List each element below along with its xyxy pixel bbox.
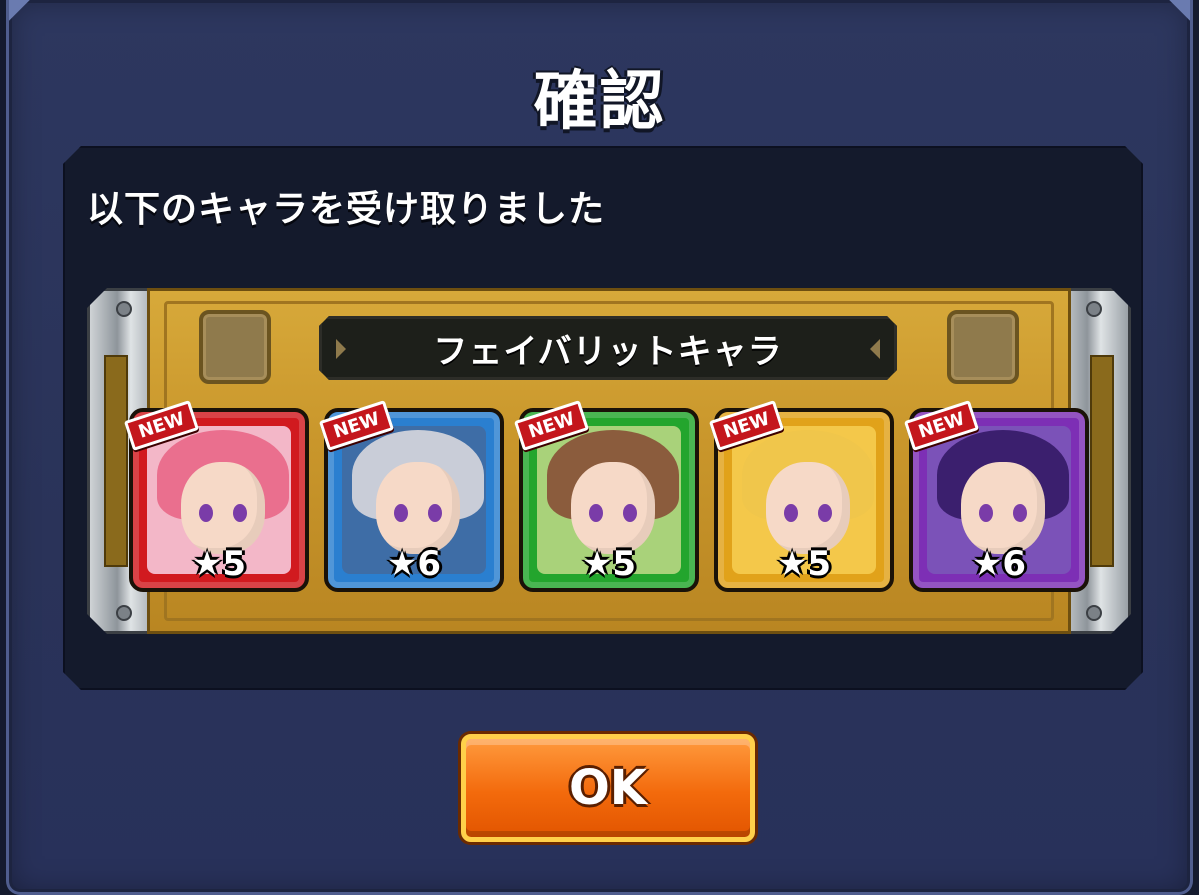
rarity-label: ★5 [776, 544, 832, 584]
triangle-left-icon [336, 339, 346, 359]
rarity-label: ★5 [191, 544, 247, 584]
character-card[interactable]: NEW ★5 [123, 400, 309, 592]
ok-button-label: OK [569, 760, 647, 816]
character-face [376, 462, 460, 554]
confirm-dialog: 確認 以下のキャラを受け取りました フェイバリットキャラ NEW ★5 NEW … [6, 0, 1193, 895]
character-face [961, 462, 1045, 554]
character-card[interactable]: NEW ★6 [903, 400, 1089, 592]
rarity-label: ★5 [581, 544, 637, 584]
character-face [181, 462, 265, 554]
triangle-right-icon [870, 339, 880, 359]
corner-ornament-left [9, 0, 43, 34]
character-card[interactable]: NEW ★5 [708, 400, 894, 592]
frame-slot-right [947, 310, 1019, 384]
character-card[interactable]: NEW ★6 [318, 400, 504, 592]
ok-button[interactable]: OK [461, 734, 755, 842]
received-message: 以下のキャラを受け取りました [87, 189, 606, 230]
frame-slot-left [199, 310, 271, 384]
character-card-list: NEW ★5 NEW ★6 NEW ★5 NEW ★5 NEW ★6 [123, 400, 1089, 592]
character-card[interactable]: NEW ★5 [513, 400, 699, 592]
rarity-label: ★6 [971, 544, 1027, 584]
corner-ornament-right [1156, 0, 1190, 34]
favorite-character-frame: フェイバリットキャラ NEW ★5 NEW ★6 NEW ★5 NEW ★5 N… [87, 288, 1131, 634]
dialog-title: 確認 [533, 65, 666, 139]
favorite-character-banner: フェイバリットキャラ [319, 316, 897, 380]
rarity-label: ★6 [386, 544, 442, 584]
character-face [571, 462, 655, 554]
character-face [766, 462, 850, 554]
banner-label: フェイバリットキャラ [433, 331, 783, 372]
